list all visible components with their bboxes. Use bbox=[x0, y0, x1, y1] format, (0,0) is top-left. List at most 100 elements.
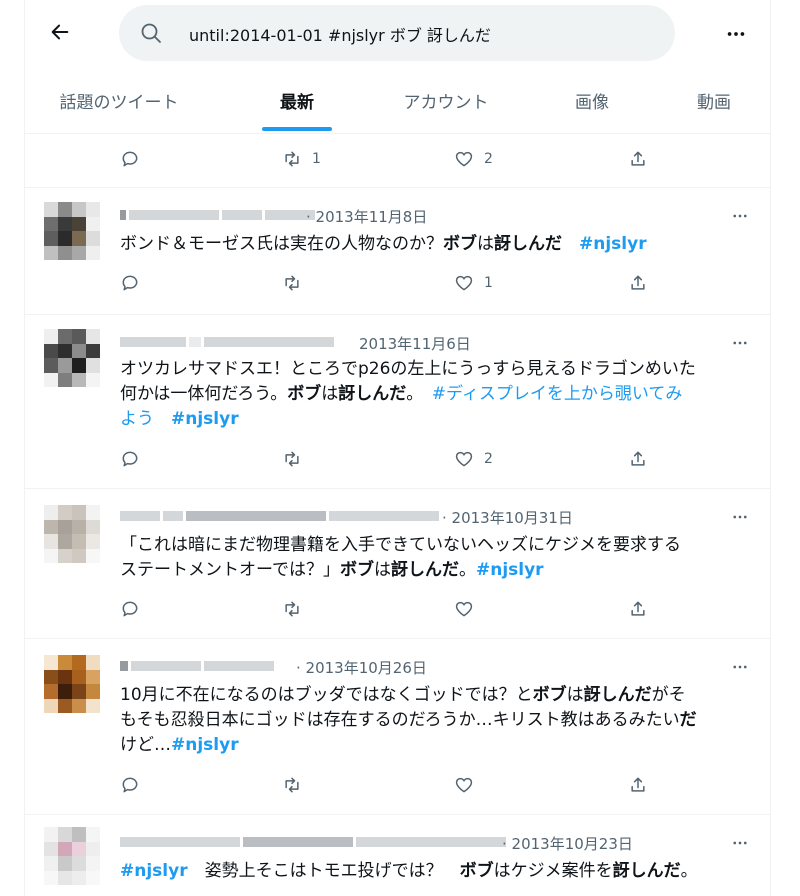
search-bar[interactable]: until:2014-01-01 #njslyr ボブ 訝しんだ bbox=[119, 5, 675, 61]
avatar[interactable] bbox=[44, 505, 100, 563]
avatar-pixel bbox=[72, 329, 86, 344]
avatar[interactable] bbox=[44, 827, 100, 885]
share-button[interactable] bbox=[628, 144, 648, 174]
more-icon bbox=[733, 515, 747, 519]
column-border-right bbox=[770, 0, 771, 896]
avatar-pixel bbox=[72, 245, 86, 260]
avatar-pixel bbox=[44, 856, 58, 871]
share-button[interactable] bbox=[628, 444, 648, 474]
avatar-pixel bbox=[58, 655, 72, 670]
reply-button[interactable] bbox=[120, 594, 140, 624]
retweet-button[interactable] bbox=[282, 444, 302, 474]
author-name-blurred[interactable] bbox=[120, 335, 334, 349]
hashtag-link[interactable]: #njslyr bbox=[579, 234, 647, 254]
back-button[interactable] bbox=[42, 14, 78, 50]
avatar-pixel bbox=[44, 548, 58, 563]
more-icon bbox=[727, 32, 745, 36]
like-icon bbox=[455, 601, 473, 617]
avatar-pixel bbox=[58, 827, 72, 842]
more-icon bbox=[733, 841, 747, 845]
reply-button[interactable] bbox=[120, 444, 140, 474]
tweet-more-button[interactable] bbox=[730, 657, 750, 677]
reply-button[interactable] bbox=[120, 268, 140, 298]
like-button[interactable]: 2 bbox=[454, 144, 493, 174]
like-button[interactable]: 2 bbox=[454, 444, 493, 474]
like-button[interactable] bbox=[454, 770, 474, 800]
avatar-pixel bbox=[44, 827, 58, 842]
tweet-more-button[interactable] bbox=[730, 507, 750, 527]
avatar-pixel bbox=[86, 870, 100, 885]
hashtag-link[interactable]: #njslyr bbox=[120, 861, 188, 881]
author-name-blurred[interactable] bbox=[120, 208, 315, 222]
reply-button[interactable] bbox=[120, 144, 140, 174]
tab-videos[interactable]: 動画 bbox=[684, 68, 744, 133]
share-button[interactable] bbox=[628, 594, 648, 624]
avatar-pixel bbox=[72, 519, 86, 534]
avatar-pixel bbox=[58, 870, 72, 885]
tweet-more-button[interactable] bbox=[730, 333, 750, 353]
more-icon bbox=[733, 341, 747, 345]
avatar-pixel bbox=[58, 669, 72, 684]
share-button[interactable] bbox=[628, 770, 648, 800]
author-name-blurred[interactable] bbox=[120, 659, 274, 673]
search-input[interactable]: until:2014-01-01 #njslyr ボブ 訝しんだ bbox=[189, 22, 491, 46]
avatar-pixel bbox=[72, 827, 86, 842]
tweet-more-button[interactable] bbox=[730, 833, 750, 853]
avatar[interactable] bbox=[44, 202, 100, 260]
timeline-frame: until:2014-01-01 #njslyr ボブ 訝しんだ 話題のツイート… bbox=[0, 0, 800, 896]
tweet-text-line: よう #njslyr bbox=[120, 407, 696, 432]
reply-button[interactable] bbox=[120, 770, 140, 800]
avatar-pixel bbox=[44, 245, 58, 260]
retweet-button[interactable] bbox=[282, 770, 302, 800]
tweet-more-button[interactable] bbox=[730, 206, 750, 226]
retweet-button[interactable] bbox=[282, 268, 302, 298]
tweet-text-segment: 。 bbox=[458, 560, 476, 580]
reply-icon bbox=[122, 777, 138, 793]
retweet-button[interactable] bbox=[282, 594, 302, 624]
hashtag-link[interactable]: #ディスプレイを上から覗いてみ bbox=[432, 384, 683, 404]
tweet-text-segment: 何かは一体何だろう。 bbox=[120, 384, 288, 404]
tweet-date[interactable]: · 2013年10月31日 bbox=[442, 507, 573, 528]
like-button[interactable] bbox=[454, 594, 474, 624]
tweet-text-segment: だ bbox=[679, 710, 697, 730]
avatar-pixel bbox=[86, 329, 100, 344]
avatar[interactable] bbox=[44, 329, 100, 387]
avatar-pixel bbox=[86, 505, 100, 520]
tweet-text-segment: オツカレサマドスエ！ところでp26の左上にうっすら見えるドラゴンめいた bbox=[120, 359, 696, 379]
author-name-blurred[interactable] bbox=[120, 835, 506, 849]
like-button[interactable]: 1 bbox=[454, 268, 493, 298]
tweet-actions: 1 bbox=[120, 268, 660, 298]
tweet-date[interactable]: · 2013年11月8日 bbox=[306, 206, 427, 227]
retweet-button[interactable]: 1 bbox=[282, 144, 321, 174]
share-button[interactable] bbox=[628, 268, 648, 298]
tweet-date[interactable]: · 2013年10月26日 bbox=[296, 657, 427, 678]
tweet-text-segment: 訝しんだ bbox=[612, 861, 681, 881]
tweet-date[interactable]: 2013年11月6日 bbox=[359, 333, 471, 354]
tweet-text-segment: は bbox=[477, 234, 494, 254]
avatar-pixel bbox=[58, 534, 72, 549]
tweet-text-segment: はケジメ案件を bbox=[493, 861, 613, 881]
avatar-pixel bbox=[44, 655, 58, 670]
avatar-pixel bbox=[44, 505, 58, 520]
avatar-pixel bbox=[58, 343, 72, 358]
hashtag-link[interactable]: よう bbox=[120, 409, 171, 429]
author-name-blurred[interactable] bbox=[120, 509, 439, 523]
hashtag-link[interactable]: #njslyr bbox=[171, 409, 239, 429]
avatar-pixel bbox=[44, 202, 58, 217]
hashtag-link[interactable]: #njslyr bbox=[171, 735, 239, 755]
avatar-pixel bbox=[86, 372, 100, 387]
tab-latest[interactable]: 最新 bbox=[262, 68, 332, 133]
more-options-button[interactable] bbox=[718, 16, 754, 52]
avatar-pixel bbox=[86, 698, 100, 713]
tweet-card[interactable]: · 2013年10月23日 #njslyr 姿勢上そこはトモエ投げでは？ ボブは… bbox=[24, 814, 770, 896]
active-tab-indicator bbox=[262, 127, 332, 131]
like-count: 1 bbox=[484, 275, 493, 291]
hashtag-link[interactable]: #njslyr bbox=[476, 560, 544, 580]
tab-accounts[interactable]: アカウント bbox=[386, 68, 506, 133]
avatar-pixel bbox=[44, 669, 58, 684]
tab-images[interactable]: 画像 bbox=[562, 68, 622, 133]
tweet-date[interactable]: · 2013年10月23日 bbox=[502, 833, 633, 854]
tab-top[interactable]: 話題のツイート bbox=[44, 68, 194, 133]
tweet-text-segment: 。 bbox=[406, 384, 432, 404]
avatar[interactable] bbox=[44, 655, 100, 713]
